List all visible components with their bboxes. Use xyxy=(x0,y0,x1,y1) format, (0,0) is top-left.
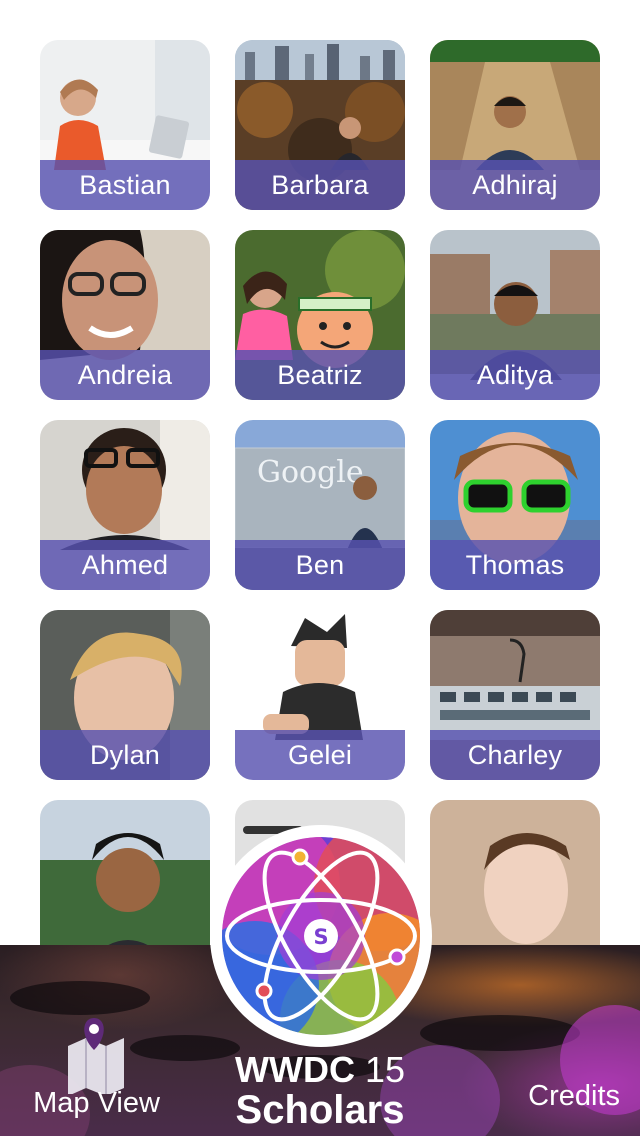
scholar-card-row5-3[interactable] xyxy=(430,800,600,945)
scholar-photo xyxy=(40,800,210,945)
scholars-logo-button[interactable]: S xyxy=(210,825,432,1047)
scholar-card-charley[interactable]: Charley xyxy=(430,610,600,780)
app-brand: WWDC 15 Scholars xyxy=(215,1049,425,1132)
scholar-card-beatriz[interactable]: Beatriz xyxy=(235,230,405,400)
brand-scholars: Scholars xyxy=(235,1088,405,1132)
credits-button[interactable]: Credits xyxy=(528,1080,620,1113)
logo-letter: S xyxy=(313,925,328,949)
scholar-name: Beatriz xyxy=(235,350,405,400)
scholar-card-bastian[interactable]: Bastian xyxy=(40,40,210,210)
scholar-name: Charley xyxy=(430,730,600,780)
scholar-name: Bastian xyxy=(40,160,210,210)
scholar-card-andreia[interactable]: Andreia xyxy=(40,230,210,400)
scholar-card-thomas[interactable]: Thomas xyxy=(430,420,600,590)
scholar-name: Ben xyxy=(235,540,405,590)
scholar-card-aditya[interactable]: Aditya xyxy=(430,230,600,400)
scholar-name: Gelei xyxy=(235,730,405,780)
scholar-name: Ahmed xyxy=(40,540,210,590)
brand-year: 15 xyxy=(354,1049,405,1090)
map-view-button[interactable]: Map View xyxy=(24,1014,169,1124)
scholar-name: Thomas xyxy=(430,540,600,590)
google-sign: Google xyxy=(257,455,364,490)
scholar-name: Adhiraj xyxy=(430,160,600,210)
scholar-card-adhiraj[interactable]: Adhiraj xyxy=(430,40,600,210)
scholar-card-gelei[interactable]: Gelei xyxy=(235,610,405,780)
scholar-grid: Bastian Barbara Adhiraj Andreia Beatriz … xyxy=(0,0,640,945)
scholar-card-ahmed[interactable]: Ahmed xyxy=(40,420,210,590)
scholar-card-ben[interactable]: Google Ben xyxy=(235,420,405,590)
scholar-name: Barbara xyxy=(235,160,405,210)
scholar-name: Aditya xyxy=(430,350,600,400)
scholar-name: Andreia xyxy=(40,350,210,400)
scholar-card-dylan[interactable]: Dylan xyxy=(40,610,210,780)
atom-logo-icon: S xyxy=(210,825,432,1047)
scholar-photo xyxy=(430,800,600,945)
scholar-card-row5-1[interactable] xyxy=(40,800,210,945)
brand-wwdc: WWDC xyxy=(235,1049,355,1090)
scholar-card-barbara[interactable]: Barbara xyxy=(235,40,405,210)
map-view-label: Map View xyxy=(33,1087,160,1119)
map-icon xyxy=(68,1018,124,1094)
scholar-name: Dylan xyxy=(40,730,210,780)
